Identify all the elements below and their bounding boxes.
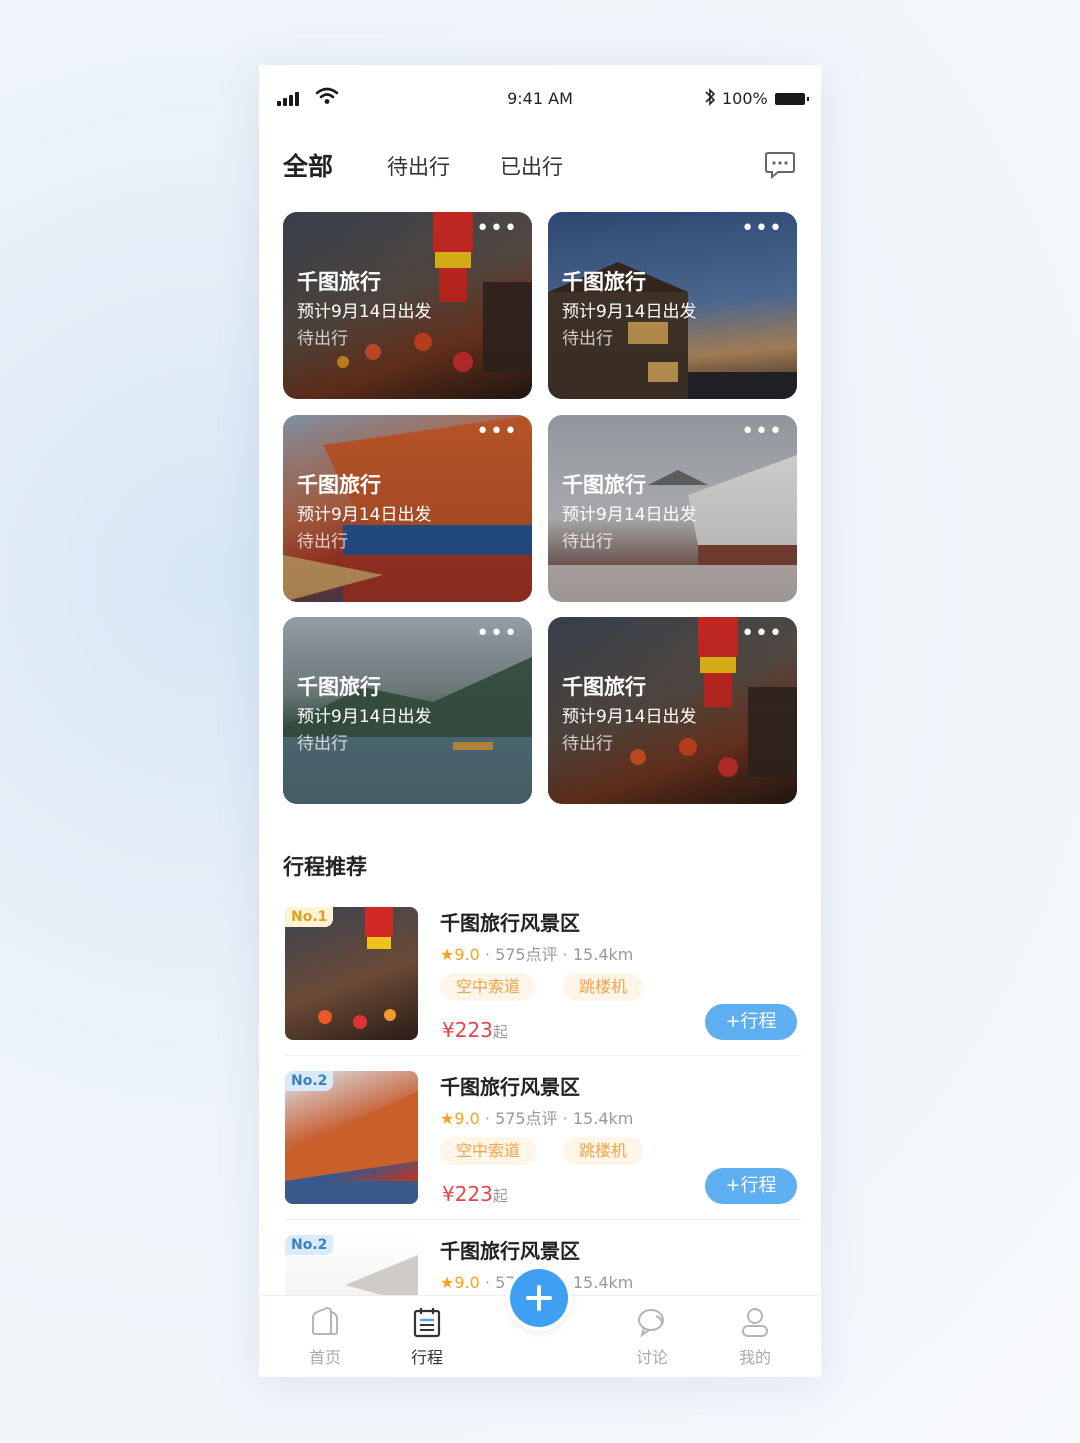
tab-home[interactable]: 首页 bbox=[285, 1306, 365, 1368]
add-trip-button[interactable]: +行程 bbox=[705, 1168, 797, 1204]
trip-status: 待出行 bbox=[562, 329, 613, 349]
tab-itinerary[interactable]: 行程 bbox=[387, 1306, 467, 1368]
trip-status: 待出行 bbox=[297, 329, 348, 349]
rank-badge: No.2 bbox=[285, 1071, 334, 1091]
message-icon[interactable] bbox=[764, 150, 796, 180]
add-trip-button[interactable]: +行程 bbox=[705, 1004, 797, 1040]
trip-date: 预计9月14日出发 bbox=[562, 505, 697, 525]
list-item[interactable]: No.2 千图旅行风景区 ★9.0 · 575点评 · 15.4km 空中索道 … bbox=[283, 1071, 801, 1221]
tab-all[interactable]: 全部 bbox=[283, 147, 340, 184]
card-more-icon[interactable]: ••• bbox=[741, 218, 783, 240]
card-more-icon[interactable]: ••• bbox=[476, 623, 518, 645]
trip-status: 待出行 bbox=[297, 734, 348, 754]
item-meta: ★9.0 · 575点评 · 15.4km bbox=[440, 1109, 634, 1128]
tag-badge: 空中索道 bbox=[440, 1137, 537, 1165]
card-more-icon[interactable]: ••• bbox=[741, 421, 783, 443]
item-name: 千图旅行风景区 bbox=[440, 911, 580, 935]
trip-date: 预计9月14日出发 bbox=[297, 707, 432, 727]
trip-card[interactable]: ••• 千图旅行 预计9月14日出发 待出行 bbox=[283, 617, 532, 804]
trip-date: 预计9月14日出发 bbox=[562, 707, 697, 727]
trip-title: 千图旅行 bbox=[297, 270, 381, 294]
item-price: ¥223起 bbox=[442, 1018, 508, 1042]
trip-status: 待出行 bbox=[562, 734, 613, 754]
star-icon: ★ bbox=[440, 1273, 455, 1292]
battery-icon bbox=[775, 93, 809, 105]
phone-screen: 9:41 AM 100% 全部 待出行 已出行 ••• 千图旅行 预计9月14日… bbox=[259, 65, 821, 1377]
itinerary-icon bbox=[413, 1308, 441, 1338]
trip-status: 待出行 bbox=[297, 532, 348, 552]
home-icon bbox=[312, 1306, 338, 1335]
tab-discussion[interactable]: 讨论 bbox=[612, 1306, 692, 1368]
trip-date: 预计9月14日出发 bbox=[297, 505, 432, 525]
trip-date: 预计9月14日出发 bbox=[297, 302, 432, 322]
tag-badge: 空中索道 bbox=[440, 973, 537, 1001]
trip-card[interactable]: ••• 千图旅行 预计9月14日出发 待出行 bbox=[548, 212, 797, 399]
profile-icon bbox=[742, 1308, 768, 1337]
card-more-icon[interactable]: ••• bbox=[476, 421, 518, 443]
item-name: 千图旅行风景区 bbox=[440, 1239, 580, 1263]
add-button[interactable] bbox=[506, 1265, 572, 1331]
tag-badge: 跳楼机 bbox=[563, 1137, 644, 1165]
battery-percent: 100% bbox=[722, 89, 768, 108]
chat-icon bbox=[638, 1309, 664, 1338]
plus-icon bbox=[526, 1285, 552, 1311]
rank-badge: No.1 bbox=[285, 907, 334, 927]
tag-badge: 跳楼机 bbox=[563, 973, 644, 1001]
trip-title: 千图旅行 bbox=[297, 473, 381, 497]
trip-status: 待出行 bbox=[562, 532, 613, 552]
trip-title: 千图旅行 bbox=[562, 675, 646, 699]
bluetooth-icon bbox=[705, 88, 716, 106]
item-price: ¥223起 bbox=[442, 1182, 508, 1206]
tab-profile[interactable]: 我的 bbox=[715, 1306, 795, 1368]
trip-date: 预计9月14日出发 bbox=[562, 302, 697, 322]
trip-title: 千图旅行 bbox=[297, 675, 381, 699]
rank-badge: No.2 bbox=[285, 1235, 334, 1255]
trip-card[interactable]: ••• 千图旅行 预计9月14日出发 待出行 bbox=[283, 212, 532, 399]
item-name: 千图旅行风景区 bbox=[440, 1075, 580, 1099]
trip-title: 千图旅行 bbox=[562, 270, 646, 294]
card-more-icon[interactable]: ••• bbox=[741, 623, 783, 645]
list-item[interactable]: No.1 千图旅行风景区 ★9.0 · 575点评 · 15.4km 空中索道 … bbox=[283, 907, 801, 1057]
status-bar: 9:41 AM 100% bbox=[259, 65, 821, 135]
trip-tabs: 全部 待出行 已出行 bbox=[283, 145, 803, 195]
recommend-title: 行程推荐 bbox=[283, 855, 367, 879]
star-icon: ★ bbox=[440, 1109, 455, 1128]
card-more-icon[interactable]: ••• bbox=[476, 218, 518, 240]
tab-completed[interactable]: 已出行 bbox=[500, 151, 563, 181]
trip-title: 千图旅行 bbox=[562, 473, 646, 497]
trip-card[interactable]: ••• 千图旅行 预计9月14日出发 待出行 bbox=[548, 617, 797, 804]
trip-card[interactable]: ••• 千图旅行 预计9月14日出发 待出行 bbox=[548, 415, 797, 602]
item-meta: ★9.0 · 575点评 · 15.4km bbox=[440, 945, 634, 964]
star-icon: ★ bbox=[440, 945, 455, 964]
tab-upcoming[interactable]: 待出行 bbox=[387, 151, 450, 181]
trip-card[interactable]: ••• 千图旅行 预计9月14日出发 待出行 bbox=[283, 415, 532, 602]
trip-grid: ••• 千图旅行 预计9月14日出发 待出行 ••• 千图旅行 预计9月14日出… bbox=[283, 212, 797, 804]
